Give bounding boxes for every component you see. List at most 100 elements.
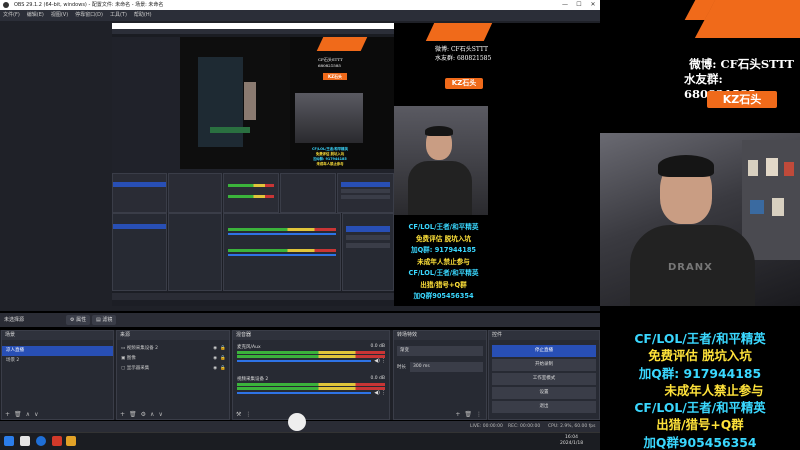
volume-slider[interactable]	[237, 392, 371, 394]
stop-streaming-button[interactable]: 停止直播	[492, 345, 596, 357]
settings-button[interactable]: 设置	[492, 387, 596, 399]
promo-line: CF/LOL/王者/和平精英	[634, 331, 766, 346]
scene-item[interactable]: 场景 2	[2, 356, 113, 366]
trash-icon[interactable]: 🗑	[464, 411, 472, 418]
preview-weibo-label: 微博:	[435, 46, 450, 53]
sources-header: 来源	[117, 331, 229, 340]
mixer-header: 混音器	[233, 331, 389, 340]
menu-dots-icon[interactable]: ⋮	[381, 358, 386, 364]
nested-transitions-dock	[280, 173, 336, 213]
audio-meter	[237, 355, 385, 358]
menu-bar: 文件(F) 编辑(E) 视图(V) 停靠窗口(D) 工具(T) 帮助(H)	[0, 10, 600, 21]
add-icon[interactable]: +	[5, 411, 10, 418]
scene-item[interactable]: 凉人直播	[2, 346, 113, 356]
controls-header: 控件	[489, 331, 599, 340]
no-source-label: 未选择源	[4, 317, 25, 323]
nested-scenes-dock	[112, 173, 167, 213]
nested-mixer-dock	[223, 173, 279, 213]
preview-webcam	[394, 106, 488, 215]
arrow-up-icon[interactable]: ∧	[150, 411, 154, 418]
windows-start-icon[interactable]	[4, 436, 14, 446]
menu-docks[interactable]: 停靠窗口(D)	[75, 10, 103, 21]
source-item[interactable]: ▭ 视频采集设备 2 ◉ 🔒	[117, 344, 229, 354]
camera-icon: ▭	[121, 346, 126, 351]
cpu-status: CPU: 2.9%, 60.00 fps	[548, 424, 596, 429]
studio-mode-button[interactable]: 工作室模式	[492, 373, 596, 385]
speaker-icon[interactable]: ◀)	[374, 390, 380, 396]
exit-button[interactable]: 退出	[492, 401, 596, 413]
clock: 16:04 2024/1/18	[560, 435, 584, 446]
menu-view[interactable]: 视图(V)	[51, 10, 68, 21]
mixer-footer: ⚒ ⋮	[233, 409, 389, 419]
lock-icon[interactable]: 🔒	[220, 354, 226, 364]
preview-youfen-label: 水友群:	[435, 55, 456, 62]
speaker-icon[interactable]: ◀)	[374, 358, 380, 364]
background-shelf	[742, 140, 800, 260]
promo-line: 加Q群905456354	[643, 434, 757, 450]
preview-kz-badge: KZ石头	[445, 78, 483, 89]
promo-line: CF/LOL/王者/和平精英	[634, 400, 766, 416]
menu-help[interactable]: 帮助(H)	[134, 10, 152, 21]
start-recording-button[interactable]: 开始录制	[492, 359, 596, 371]
trash-icon[interactable]: 🗑	[14, 411, 22, 418]
arrow-down-icon[interactable]: ∨	[158, 411, 162, 418]
screen: { "window": { "title": "OBS 29.1.2 (64-b…	[0, 0, 800, 450]
source-item[interactable]: ▢ 显示器采集 ◉ 🔒	[117, 364, 229, 374]
arrow-down-icon[interactable]: ∨	[34, 411, 38, 418]
source-toolbar: 未选择源 ⚙ 属性 ▤ 滤镜	[0, 313, 600, 327]
gear-icon[interactable]: ⚙	[141, 411, 146, 418]
wrench-icon[interactable]: ⚒	[236, 411, 241, 418]
app-icon[interactable]	[52, 436, 62, 446]
search-icon[interactable]	[20, 436, 30, 446]
menu-tools[interactable]: 工具(T)	[110, 10, 127, 21]
close-icon[interactable]: ✕	[586, 0, 600, 10]
arrow-up-icon[interactable]: ∧	[26, 411, 30, 418]
source-item[interactable]: ▣ 图像 ◉ 🔒	[117, 354, 229, 364]
nested-deep-preview	[180, 37, 290, 169]
monitor-icon: ▢	[121, 366, 126, 371]
lock-icon[interactable]: 🔒	[220, 344, 226, 354]
add-icon[interactable]: +	[120, 411, 125, 418]
trash-icon[interactable]: 🗑	[129, 411, 137, 418]
nested-kz-badge: KZ石头	[323, 73, 347, 80]
menu-file[interactable]: 文件(F)	[3, 10, 20, 21]
folder-icon[interactable]	[66, 436, 76, 446]
transition-select[interactable]: 渐变	[397, 346, 483, 356]
volume-slider[interactable]	[237, 360, 371, 362]
gear-icon: ⚙	[70, 317, 75, 323]
add-icon[interactable]: +	[455, 411, 460, 418]
menu-dots-icon[interactable]: ⋮	[381, 390, 386, 396]
overlay-kz-badge: KZ石头	[707, 91, 777, 108]
sources-dock: 来源 ▭ 视频采集设备 2 ◉ 🔒 ▣ 图像 ◉ 🔒 ▢ 显示器采集 ◉ 🔒 + 🗑 ⚙ ∧…	[116, 330, 230, 420]
scenes-footer: + 🗑 ∧ ∨	[2, 409, 113, 419]
nested-lower	[112, 213, 394, 306]
mixer-channel: 视频采集设备 2 0.0 dB	[237, 376, 385, 382]
nested-preview: CF石头STTT 680821585 KZ石头 CF/LOL/王者/和平精英 免…	[180, 37, 394, 169]
eye-icon[interactable]: ◉	[213, 364, 217, 374]
promo-line: 未成年人禁止参与	[664, 382, 764, 398]
eye-icon[interactable]: ◉	[213, 344, 217, 354]
menu-edit[interactable]: 编辑(E)	[27, 10, 44, 21]
preview-promo-text: CF/LOL/王者/和平精英 免费评估 脱坑入坑 加Q群: 917944185 …	[408, 223, 479, 300]
browser-icon[interactable]	[36, 436, 46, 446]
controls-dock: 控件 停止直播 开始录制 工作室模式 设置 退出	[488, 330, 600, 420]
cursor-indicator-icon	[288, 413, 306, 431]
maximize-icon[interactable]: ☐	[572, 0, 586, 10]
overlay-promo-text: CF/LOL/王者/和平精英 免费评估 脱坑入坑 加Q群: 917944185 …	[600, 330, 800, 450]
filters-button[interactable]: ▤ 滤镜	[92, 315, 117, 325]
filter-icon: ▤	[96, 317, 101, 323]
duration-input[interactable]: 300 ms	[410, 362, 483, 372]
menu-dots-icon[interactable]: ⋮	[476, 411, 482, 418]
menu-dots-icon[interactable]: ⋮	[245, 411, 251, 418]
nested-screen-capture: CF石头STTT 680821585 KZ石头 CF/LOL/王者/和平精英 免…	[112, 23, 394, 213]
eye-icon[interactable]: ◉	[213, 354, 217, 364]
nested-youfen: 680821585	[318, 63, 341, 68]
properties-button[interactable]: ⚙ 属性	[66, 315, 91, 325]
transitions-footer: + 🗑 ⋮	[394, 409, 486, 419]
live-status: LIVE: 00:00:00	[470, 424, 503, 429]
transitions-dock: 转场特效 渐变 时长 300 ms + 🗑 ⋮	[393, 330, 487, 420]
lock-icon[interactable]: 🔒	[220, 364, 226, 374]
scenes-header: 场景	[2, 331, 113, 340]
minimize-icon[interactable]: —	[558, 0, 572, 10]
preview-weibo-value: CF石头STTT	[450, 46, 489, 53]
